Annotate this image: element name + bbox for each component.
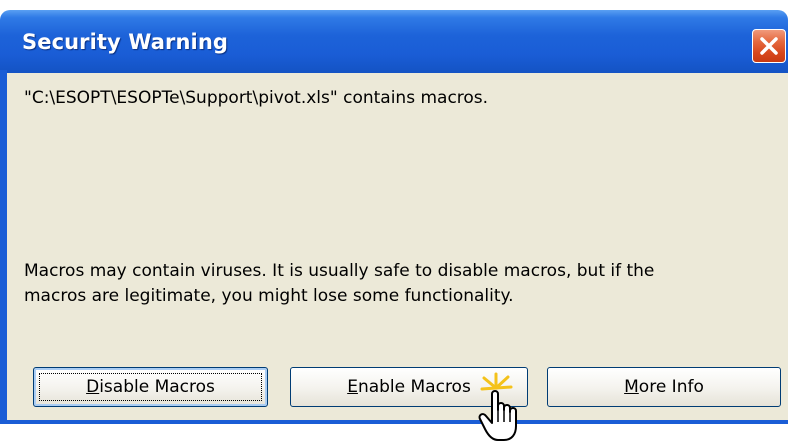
warning-line-2: macros are legitimate, you might lose so… [24,286,514,306]
disable-macros-accel: D [86,377,100,397]
enable-macros-accel: E [347,377,358,397]
security-warning-dialog: Security Warning "C:\ESOPT\ESOPTe\Suppor… [0,0,788,441]
close-button[interactable] [752,29,786,63]
title-bar[interactable]: Security Warning [0,10,788,73]
disable-macros-label: isable Macros [99,377,215,397]
dialog-title: Security Warning [22,30,229,54]
more-info-accel: M [624,377,639,397]
warning-line-1: Macros may contain viruses. It is usuall… [24,261,655,281]
disable-macros-button[interactable]: Disable Macros [33,367,268,407]
more-info-button[interactable]: More Info [547,367,781,407]
click-burst-icon [480,372,513,391]
file-message: "C:\ESOPT\ESOPTe\Support\pivot.xls" cont… [24,88,489,108]
more-info-label: ore Info [638,377,704,397]
hand-pointer-icon [478,372,517,441]
close-icon [760,37,778,55]
warning-message: Macros may contain viruses. It is usuall… [24,259,764,309]
enable-macros-label: nable Macros [357,377,471,397]
window-bottom-border [0,420,788,424]
